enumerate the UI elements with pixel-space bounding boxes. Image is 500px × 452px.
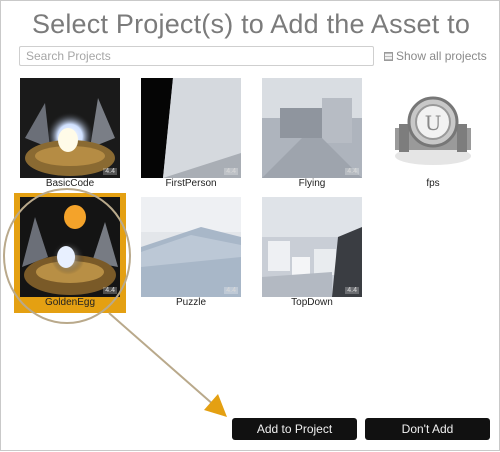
firstperson-image xyxy=(141,78,241,178)
project-name: TopDown xyxy=(291,297,333,308)
project-thumbnail: 4.4 xyxy=(20,78,120,178)
version-badge: 4.4 xyxy=(103,287,117,294)
project-name: Flying xyxy=(298,178,326,189)
project-name: Puzzle xyxy=(175,297,206,308)
show-all-toggle[interactable]: Show all projects xyxy=(384,49,487,63)
nest-image xyxy=(20,78,120,178)
project-thumbnail: 4.4 xyxy=(141,197,241,297)
search-box[interactable] xyxy=(19,46,374,66)
unreal-logo-icon: U xyxy=(383,78,483,178)
project-thumbnail: 4.4 xyxy=(262,78,362,178)
golden-egg-image xyxy=(20,197,120,297)
version-badge: 4.4 xyxy=(224,287,238,294)
project-tile-firstperson[interactable]: 4.4 FirstPerson xyxy=(135,74,247,194)
topdown-image xyxy=(262,197,362,297)
project-tile-puzzle[interactable]: 4.4 Puzzle xyxy=(135,193,247,313)
dialog-title: Select Project(s) to Add the Asset to xyxy=(31,9,471,39)
project-thumbnail: 4.4 xyxy=(262,197,362,297)
dialog-window: Select Project(s) to Add the Asset to Sh… xyxy=(0,0,500,451)
project-name: FirstPerson xyxy=(165,178,217,189)
project-tile-flying[interactable]: 4.4 Flying xyxy=(256,74,368,194)
search-input[interactable] xyxy=(20,47,373,65)
svg-text:U: U xyxy=(425,111,442,135)
project-name: BasicCode xyxy=(45,178,95,189)
project-name: GoldenEgg xyxy=(44,297,96,308)
project-thumbnail: 4.4 xyxy=(141,78,241,178)
version-badge: 4.4 xyxy=(345,287,359,294)
project-tile-fps[interactable]: U fps xyxy=(377,74,489,194)
show-all-checkbox[interactable] xyxy=(384,51,393,61)
flying-image xyxy=(262,78,362,178)
add-to-project-button[interactable]: Add to Project xyxy=(232,418,357,440)
project-thumbnail: 4.4 xyxy=(20,197,120,297)
project-name: fps xyxy=(426,178,440,189)
version-badge: 4.4 xyxy=(103,168,117,175)
project-tile-basiccode[interactable]: 4.4 BasicCode xyxy=(14,74,126,194)
show-all-label: Show all projects xyxy=(396,49,487,63)
puzzle-image xyxy=(141,197,241,297)
dont-add-button[interactable]: Don't Add xyxy=(365,418,490,440)
project-tile-topdown[interactable]: 4.4 TopDown xyxy=(256,193,368,313)
version-badge: 4.4 xyxy=(224,168,238,175)
project-tile-goldenegg[interactable]: 4.4 GoldenEgg xyxy=(14,193,126,313)
version-badge: 4.4 xyxy=(345,168,359,175)
project-thumbnail: U xyxy=(383,78,483,178)
